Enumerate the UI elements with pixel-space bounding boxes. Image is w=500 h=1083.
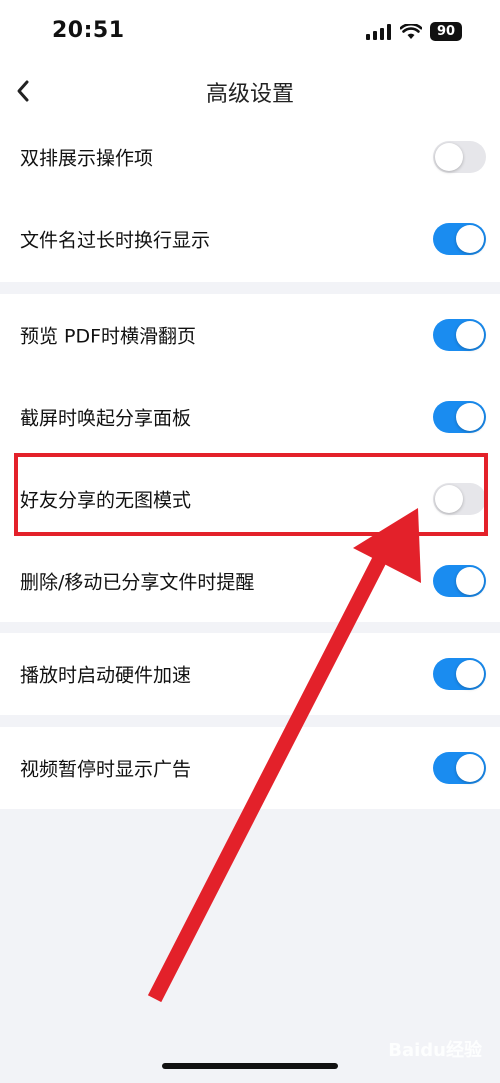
annotation-arrow	[147, 508, 421, 1003]
home-indicator	[162, 1063, 338, 1069]
watermark: Baidu经验	[388, 1040, 482, 1061]
